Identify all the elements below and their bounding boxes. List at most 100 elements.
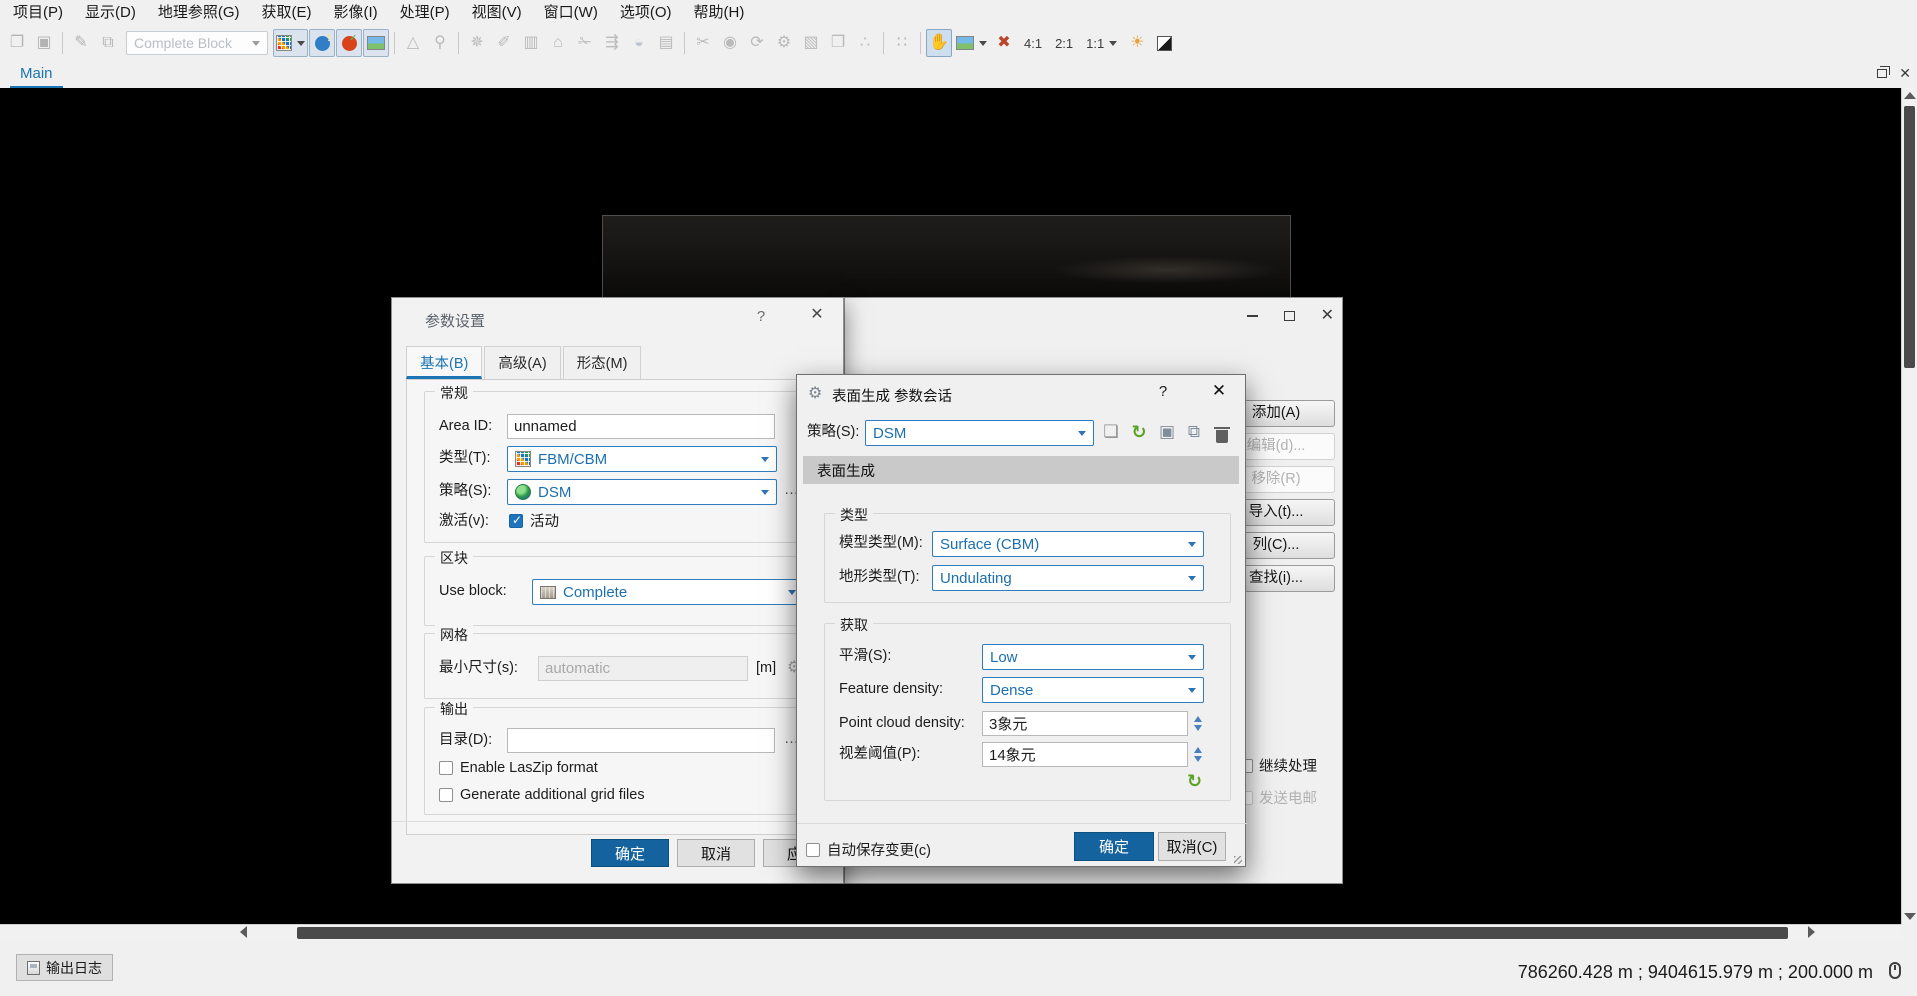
image-mask-icon: ▧ <box>803 34 819 51</box>
tab-main[interactable]: Main <box>10 62 63 88</box>
zoom-ratio-1-1[interactable]: 1:1 <box>1080 30 1123 56</box>
menu-process[interactable]: 处理(P) <box>389 0 461 26</box>
output-log-label: 输出日志 <box>46 959 102 976</box>
horizontal-scroll-thumb[interactable] <box>297 927 1788 939</box>
scroll-left-arrow[interactable] <box>240 926 247 938</box>
points-blue-icon[interactable]: ! <box>309 29 335 57</box>
gridfiles-label: Generate additional grid files <box>460 787 645 803</box>
pin-icon: ⚲ <box>434 34 446 51</box>
model-type-combobox[interactable]: Surface (CBM) <box>932 531 1204 557</box>
refresh-defaults-icon[interactable]: ↻ <box>1187 772 1202 790</box>
output-log-button[interactable]: 输出日志 <box>16 954 113 981</box>
horizontal-scrollbar[interactable] <box>0 924 1901 940</box>
restore-view-icon[interactable] <box>1877 65 1891 78</box>
block-grid-icon[interactable] <box>273 29 308 57</box>
menu-help[interactable]: 帮助(H) <box>683 0 756 26</box>
close-dialog-icon[interactable]: ✕ <box>806 307 828 323</box>
vertical-scrollbar[interactable] <box>1901 88 1917 924</box>
mouse-icon <box>1889 962 1901 979</box>
menu-view[interactable]: 视图(V) <box>461 0 533 26</box>
seal-icon: ✵ <box>470 34 484 51</box>
autosave-checkbox[interactable] <box>806 842 820 857</box>
brightness-icon[interactable]: ☀ <box>1124 29 1150 57</box>
use-block-label: Use block: <box>439 583 507 599</box>
chevron-down-icon <box>1188 654 1196 660</box>
close-dialog-icon[interactable]: ✕ <box>1207 382 1231 399</box>
menu-window[interactable]: 窗口(W) <box>533 0 609 26</box>
cancel-button[interactable]: 取消 <box>677 839 755 867</box>
gridfiles-checkbox[interactable] <box>439 788 453 802</box>
tab-advanced[interactable]: 高级(A) <box>484 346 561 379</box>
help-button[interactable]: ? <box>750 308 772 325</box>
spinner-arrows[interactable] <box>1190 742 1206 767</box>
chevron-down-icon <box>761 489 769 495</box>
active-checkbox[interactable] <box>509 513 523 528</box>
log-window-icon <box>27 960 40 975</box>
divider <box>797 823 1247 824</box>
menu-acquire[interactable]: 获取(E) <box>251 0 323 26</box>
menu-georeference[interactable]: 地理参照(G) <box>147 0 251 26</box>
type-combobox[interactable]: FBM/CBM <box>507 446 777 472</box>
laszip-checkbox[interactable] <box>439 761 453 775</box>
menu-display[interactable]: 显示(D) <box>74 0 147 26</box>
tab-basic[interactable]: 基本(B) <box>406 346 483 379</box>
cancel-button[interactable]: 取消(C) <box>1158 832 1226 861</box>
contrast-icon[interactable] <box>1151 29 1177 57</box>
save-project-icon: ▣ <box>36 34 52 51</box>
strategy-combobox[interactable]: DSM <box>507 479 777 505</box>
zoom-extents-icon[interactable]: ✖ <box>991 29 1017 57</box>
point-cloud-density-spinner[interactable]: 3象元 <box>982 711 1206 736</box>
dialog-title: 表面生成 参数会话 <box>832 389 953 405</box>
close-view-icon[interactable]: ✕ <box>1899 66 1911 80</box>
pan-hand-icon[interactable]: ✋ <box>926 29 952 57</box>
min-size-input <box>538 656 748 681</box>
strategy-combobox[interactable]: DSM <box>865 420 1094 446</box>
directory-input[interactable] <box>507 728 775 753</box>
ortho-image-icon[interactable] <box>363 29 389 57</box>
gcp-triangle-icon: △ <box>406 34 420 51</box>
block-selector-combo: Complete Block <box>126 31 268 55</box>
cap-icon: ◒ <box>634 34 644 51</box>
resize-grip[interactable] <box>1234 856 1242 864</box>
vertical-scroll-thumb[interactable] <box>1904 106 1915 368</box>
disparity-threshold-spinner[interactable]: 14象元 <box>982 742 1206 767</box>
smoothing-label: 平滑(S): <box>839 648 892 664</box>
chevron-down-icon <box>788 589 796 595</box>
points-check-icon[interactable]: ✓ <box>336 29 362 57</box>
activate-label: 激活(v): <box>439 513 489 529</box>
zoom-region-icon[interactable] <box>953 29 990 57</box>
delete-strategy-icon[interactable] <box>1211 424 1233 448</box>
smoothing-combobox[interactable]: Low <box>982 644 1204 670</box>
strategy-label: 策略(S): <box>439 483 492 499</box>
ok-button[interactable]: 确定 <box>591 839 669 867</box>
save-copy-icon[interactable]: ⧉ <box>1183 420 1205 444</box>
menu-project[interactable]: 项目(P) <box>2 0 74 26</box>
use-block-combobox[interactable]: Complete <box>532 579 804 605</box>
spinner-arrows[interactable] <box>1190 711 1206 736</box>
reload-strategy-icon[interactable]: ↻ <box>1128 420 1150 444</box>
terrain-type-combobox[interactable]: Undulating <box>932 565 1204 591</box>
scroll-up-arrow[interactable] <box>1904 92 1916 99</box>
model-type-label: 模型类型(M): <box>839 535 923 551</box>
type-label: 类型(T): <box>439 450 491 466</box>
image-swirl-icon: ❒ <box>830 34 846 51</box>
menu-options[interactable]: 选项(O) <box>609 0 683 26</box>
scroll-down-arrow[interactable] <box>1904 913 1916 920</box>
area-id-input[interactable] <box>507 414 775 439</box>
feature-density-combobox[interactable]: Dense <box>982 677 1204 703</box>
toolbar-separator <box>62 32 63 54</box>
disparity-threshold-value[interactable]: 14象元 <box>982 742 1188 767</box>
point-cloud-density-value[interactable]: 3象元 <box>982 711 1188 736</box>
ok-button[interactable]: 确定 <box>1074 832 1154 861</box>
columns-icon: ▥ <box>523 34 539 51</box>
zoom-ratio-2-1[interactable]: 2:1 <box>1049 30 1079 56</box>
toolbar-separator <box>394 32 395 54</box>
menu-imagery[interactable]: 影像(I) <box>323 0 389 26</box>
zoom-ratio-4-1[interactable]: 4:1 <box>1018 30 1048 56</box>
tab-morphology[interactable]: 形态(M) <box>562 346 642 379</box>
new-strategy-icon[interactable]: ❏ <box>1100 420 1122 444</box>
save-strategy-icon[interactable]: ▣ <box>1156 420 1178 444</box>
scroll-right-arrow[interactable] <box>1808 926 1815 938</box>
acquisition-group: 获取 平滑(S): Low Feature density: Dense Poi… <box>824 615 1231 801</box>
help-button[interactable]: ? <box>1152 383 1174 400</box>
